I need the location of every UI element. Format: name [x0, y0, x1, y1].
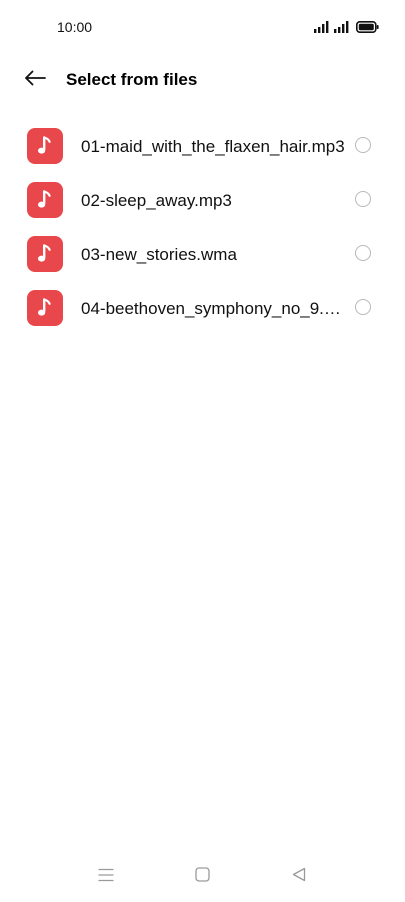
file-list-item[interactable]: 04-beethoven_symphony_no_9.mp3: [0, 282, 405, 336]
file-list-item[interactable]: 02-sleep_away.mp3: [0, 174, 405, 228]
music-file-icon: [27, 182, 63, 218]
signal-icon-secondary: [334, 21, 350, 33]
arrow-left-icon: [24, 70, 46, 91]
signal-icon: [314, 21, 330, 33]
file-select-radio[interactable]: [355, 137, 371, 153]
music-note-icon: [38, 190, 51, 208]
file-name: 02-sleep_away.mp3: [81, 191, 232, 210]
nav-back-button[interactable]: [288, 867, 310, 887]
music-file-icon: [27, 236, 63, 272]
home-square-icon: [194, 867, 210, 887]
file-select-radio[interactable]: [355, 299, 371, 315]
status-icons: [314, 19, 379, 35]
file-list-item[interactable]: 03-new_stories.wma: [0, 228, 405, 282]
status-time: 10:00: [57, 19, 93, 35]
file-name: 04-beethoven_symphony_no_9.mp3: [81, 299, 351, 318]
menu-icon: [98, 868, 114, 887]
status-bar: 10:00: [0, 0, 405, 52]
battery-icon: [356, 21, 379, 33]
back-triangle-icon: [292, 867, 306, 887]
file-list: 01-maid_with_the_flaxen_hair.mp3 02-slee…: [0, 120, 405, 336]
navigation-bar: [0, 860, 405, 896]
page-title: Select from files: [66, 70, 198, 89]
nav-home-button[interactable]: [191, 867, 213, 887]
music-file-icon: [27, 128, 63, 164]
file-select-radio[interactable]: [355, 245, 371, 261]
back-button[interactable]: [18, 64, 52, 96]
app-header: Select from files: [0, 58, 405, 102]
nav-menu-button[interactable]: [95, 868, 117, 886]
music-note-icon: [38, 136, 51, 154]
music-note-icon: [38, 244, 51, 262]
file-name: 01-maid_with_the_flaxen_hair.mp3: [81, 137, 345, 156]
file-select-radio[interactable]: [355, 191, 371, 207]
file-name: 03-new_stories.wma: [81, 245, 237, 264]
screen: 10:00 Select from files 01-maid_with_the…: [0, 0, 405, 902]
music-note-icon: [38, 298, 51, 316]
file-list-item[interactable]: 01-maid_with_the_flaxen_hair.mp3: [0, 120, 405, 174]
music-file-icon: [27, 290, 63, 326]
